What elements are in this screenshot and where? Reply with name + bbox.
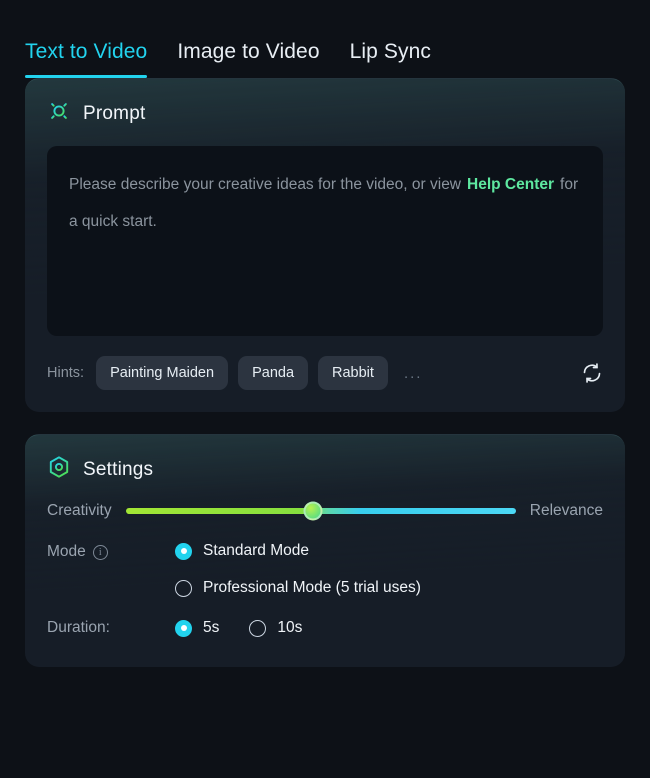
radio-standard-mode[interactable]	[175, 543, 192, 560]
creativity-slider-wrap: Creativity Relevance	[47, 502, 603, 520]
radio-duration-10s[interactable]	[249, 620, 266, 637]
prompt-card: Prompt Please describe your creative ide…	[25, 78, 625, 412]
creativity-label: Creativity	[47, 502, 112, 520]
duration-option-10s[interactable]: 10s	[249, 619, 302, 637]
hint-chip-painting-maiden[interactable]: Painting Maiden	[96, 356, 228, 390]
creativity-row: Creativity Relevance	[47, 502, 603, 520]
mode-option-standard-label: Standard Mode	[203, 542, 309, 560]
duration-options: 5s 10s	[175, 619, 302, 637]
tab-bar: Text to Video Image to Video Lip Sync	[0, 0, 650, 78]
relevance-label: Relevance	[530, 502, 603, 520]
tab-image-to-video[interactable]: Image to Video	[177, 40, 319, 78]
tab-lip-sync[interactable]: Lip Sync	[350, 40, 431, 78]
duration-option-5s-label: 5s	[203, 619, 219, 637]
hexagon-settings-icon	[47, 455, 71, 484]
creativity-slider-knob[interactable]	[303, 502, 322, 521]
settings-title: Settings	[83, 459, 153, 481]
mode-row: Mode i Standard Mode Professional Mode (…	[47, 542, 603, 597]
settings-card: Settings Creativity Relevance Mode i Sta…	[25, 434, 625, 667]
hints-label: Hints:	[47, 365, 84, 381]
hints-more-ellipsis: ...	[398, 365, 429, 382]
mode-label-group: Mode i	[47, 542, 175, 561]
hints-row: Hints: Painting Maiden Panda Rabbit ...	[47, 356, 603, 390]
mode-option-professional-label: Professional Mode (5 trial uses)	[203, 579, 421, 597]
duration-option-10s-label: 10s	[277, 619, 302, 637]
duration-row: Duration: 5s 10s	[47, 619, 603, 637]
refresh-icon[interactable]	[581, 362, 603, 384]
radio-professional-mode[interactable]	[175, 580, 192, 597]
prompt-card-header: Prompt	[47, 99, 603, 128]
mode-options: Standard Mode Professional Mode (5 trial…	[175, 542, 421, 597]
prompt-placeholder: Please describe your creative ideas for …	[69, 166, 581, 240]
duration-label: Duration:	[47, 619, 175, 637]
creativity-slider[interactable]	[126, 508, 516, 514]
mode-option-professional[interactable]: Professional Mode (5 trial uses)	[175, 579, 421, 597]
help-center-link[interactable]: Help Center	[461, 176, 560, 193]
settings-card-header: Settings	[47, 455, 603, 484]
placeholder-text-before: Please describe your creative ideas for …	[69, 176, 461, 193]
hint-chip-panda[interactable]: Panda	[238, 356, 308, 390]
prompt-title: Prompt	[83, 103, 145, 125]
radio-duration-5s[interactable]	[175, 620, 192, 637]
info-icon[interactable]: i	[93, 545, 108, 560]
prompt-input[interactable]: Please describe your creative ideas for …	[47, 146, 603, 336]
mode-label: Mode	[47, 543, 86, 561]
tab-text-to-video[interactable]: Text to Video	[25, 40, 147, 78]
hint-chip-rabbit[interactable]: Rabbit	[318, 356, 388, 390]
duration-option-5s[interactable]: 5s	[175, 619, 219, 637]
mode-option-standard[interactable]: Standard Mode	[175, 542, 421, 560]
sun-icon	[47, 99, 71, 128]
